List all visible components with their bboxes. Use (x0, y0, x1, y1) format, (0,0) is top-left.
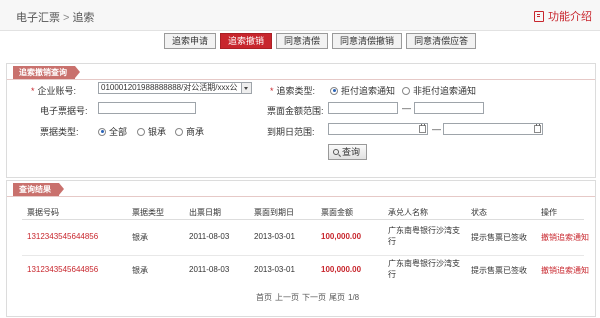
due-date-cell: 2013-03-01 (254, 232, 295, 241)
query-panel: 追索撤销查询 (6, 63, 596, 178)
search-icon (333, 149, 339, 155)
chevron-down-icon[interactable] (241, 83, 251, 93)
breadcrumb: 电子汇票 > 追索 (16, 9, 94, 25)
query-panel-title: 追索撤销查询 (13, 66, 80, 79)
bill-type-commercial-radio[interactable]: 商承 (175, 125, 204, 138)
pagination: 首页 上一页 下一页 尾页 1/8 (256, 292, 362, 303)
due-date-end-input[interactable] (443, 123, 543, 135)
tab-recourse-cancel[interactable]: 追索撤销 (220, 33, 273, 49)
acceptor-cell: 广东南粤银行沙湾支行 (388, 259, 460, 279)
header-divider (22, 219, 584, 220)
breadcrumb-root[interactable]: 电子汇票 (16, 12, 60, 24)
column-header-action: 操作 (541, 208, 557, 217)
due-date-start-input[interactable] (328, 123, 428, 135)
cancel-recourse-link[interactable]: 撤销追索通知 (541, 265, 589, 276)
divider (7, 79, 595, 80)
range-dash: — (432, 124, 441, 134)
column-header-amount: 票面金额 (321, 208, 353, 217)
help-link[interactable]: 功能介绍 (534, 8, 592, 24)
notice-type-nonrefusal-radio[interactable]: 非拒付追索通知 (402, 84, 476, 97)
column-header-due-date: 票面到期日 (254, 208, 294, 217)
due-date-label: 到期日范围: (267, 127, 315, 137)
column-header-status: 状态 (471, 208, 487, 217)
prev-page-link[interactable]: 上一页 (275, 293, 299, 302)
account-value: 010001201988888888/对公活期/xxx公 (101, 83, 238, 92)
bill-type-cell: 银承 (132, 266, 148, 275)
help-label: 功能介绍 (548, 11, 592, 23)
status-cell: 提示售票已签收 (471, 266, 527, 275)
tab-agree-repay-cancel[interactable]: 同意清偿撤销 (332, 33, 403, 49)
amount-min-input[interactable] (328, 102, 398, 114)
amount-max-input[interactable] (414, 102, 484, 114)
calendar-icon[interactable] (534, 124, 541, 133)
amount-range-label: 票面金额范围: (267, 106, 324, 116)
bill-type-label: 票据类型: (40, 127, 79, 137)
notice-type-label: * 追索类型: (270, 86, 316, 96)
radio-selected-icon[interactable] (98, 127, 106, 136)
page-indicator: 1/8 (348, 293, 360, 302)
bill-type-cell: 银承 (132, 233, 148, 242)
bill-no-input[interactable] (98, 102, 196, 114)
divider (7, 196, 595, 197)
required-mark: * (31, 86, 35, 96)
range-dash: — (402, 103, 411, 113)
column-header-issue-date: 出票日期 (189, 208, 221, 217)
top-bar: 电子汇票 > 追索 功能介绍 (0, 0, 600, 31)
tab-recourse-apply[interactable]: 追索申请 (164, 33, 217, 49)
column-header-acceptor: 承兑人名称 (388, 208, 428, 217)
amount-cell: 100,000.00 (321, 265, 362, 274)
tab-agree-repay[interactable]: 同意清偿 (276, 33, 329, 49)
status-cell: 提示售票已签收 (471, 233, 527, 242)
bill-type-bank-radio[interactable]: 银承 (137, 125, 166, 138)
issue-date-cell: 2011-08-03 (189, 232, 230, 241)
search-button[interactable]: 查询 (328, 144, 368, 160)
notice-type-refusal-radio[interactable]: 拒付追索通知 (330, 84, 395, 97)
amount-cell: 100,000.00 (321, 232, 362, 241)
last-page-link[interactable]: 尾页 (329, 293, 345, 302)
column-header-type: 票据类型 (132, 208, 164, 217)
radio-icon[interactable] (402, 86, 410, 95)
account-label: * 企业账号: (31, 86, 77, 96)
book-icon (534, 10, 544, 22)
row-divider (22, 255, 584, 256)
tab-bar: 追索申请 追索撤销 同意清偿 同意清偿撤销 同意清偿应答 (164, 33, 480, 49)
breadcrumb-separator: > (63, 12, 70, 24)
radio-icon[interactable] (137, 127, 145, 136)
tab-agree-repay-response[interactable]: 同意清偿应答 (406, 33, 477, 49)
next-page-link[interactable]: 下一页 (302, 293, 326, 302)
radio-icon[interactable] (175, 127, 183, 136)
account-select[interactable]: 010001201988888888/对公活期/xxx公 (98, 82, 252, 94)
radio-selected-icon[interactable] (330, 86, 338, 95)
search-button-label: 查询 (342, 147, 361, 157)
due-date-cell: 2013-03-01 (254, 265, 295, 274)
results-panel-title: 查询结果 (13, 183, 64, 196)
required-mark: * (270, 86, 274, 96)
first-page-link[interactable]: 首页 (256, 293, 272, 302)
acceptor-cell: 广东南粤银行沙湾支行 (388, 226, 460, 246)
bill-no-label: 电子票据号: (40, 106, 88, 116)
calendar-icon[interactable] (419, 124, 426, 133)
bill-type-all-radio[interactable]: 全部 (98, 125, 127, 138)
bill-no-link[interactable]: 1312343545644856 (27, 232, 98, 241)
issue-date-cell: 2011-08-03 (189, 265, 230, 274)
column-header-bill-no: 票据号码 (27, 208, 59, 217)
cancel-recourse-link[interactable]: 撤销追索通知 (541, 232, 589, 243)
breadcrumb-current: 追索 (72, 12, 95, 24)
bill-no-link[interactable]: 1312343545644856 (27, 265, 98, 274)
